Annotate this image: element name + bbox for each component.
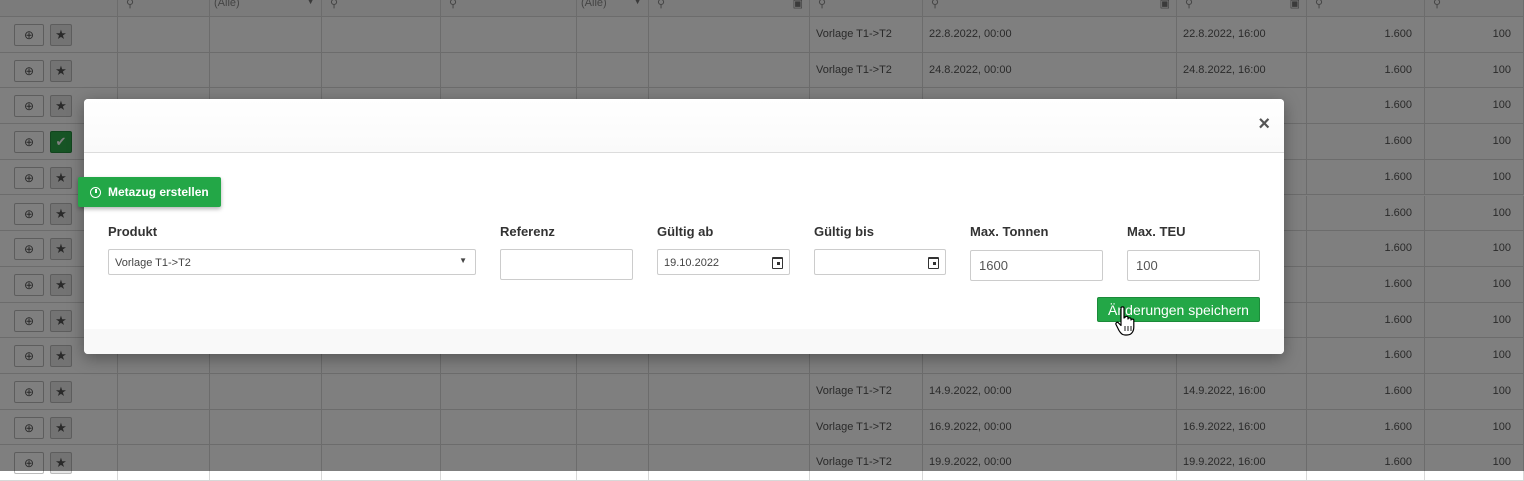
dialog-footer <box>84 329 1284 354</box>
create-metazug-dialog: × Metazug erstellen Produkt Referenz Gül… <box>78 99 1284 354</box>
max-tonnen-input[interactable] <box>970 250 1103 281</box>
gueltig-ab-value: 19.10.2022 <box>664 257 720 269</box>
gueltig-ab-label: Gültig ab <box>657 224 714 239</box>
gueltig-ab-date-input[interactable]: 19.10.2022 <box>657 249 790 275</box>
referenz-input[interactable] <box>500 249 633 280</box>
chevron-down-icon[interactable]: ▼ <box>459 256 467 265</box>
calendar-icon[interactable] <box>928 257 939 269</box>
max-tonnen-label: Max. Tonnen <box>970 224 1049 239</box>
metazug-erstellen-button[interactable]: Metazug erstellen <box>78 177 221 207</box>
max-teu-label: Max. TEU <box>1127 224 1186 239</box>
calendar-icon[interactable] <box>772 257 783 269</box>
dialog-header: × <box>84 99 1284 153</box>
clock-icon <box>90 186 101 198</box>
gueltig-bis-date-input[interactable] <box>814 249 946 275</box>
gueltig-bis-label: Gültig bis <box>814 224 874 239</box>
metazug-erstellen-label: Metazug erstellen <box>108 185 209 199</box>
produkt-label: Produkt <box>108 224 158 239</box>
produkt-selected-value: Vorlage T1->T2 <box>115 257 191 269</box>
max-teu-input[interactable] <box>1127 250 1260 281</box>
referenz-label: Referenz <box>500 224 555 239</box>
close-icon[interactable]: × <box>1258 113 1270 135</box>
hand-pointer-cursor-icon <box>1115 306 1135 336</box>
produkt-select[interactable]: Vorlage T1->T2 ▼ <box>108 249 476 275</box>
